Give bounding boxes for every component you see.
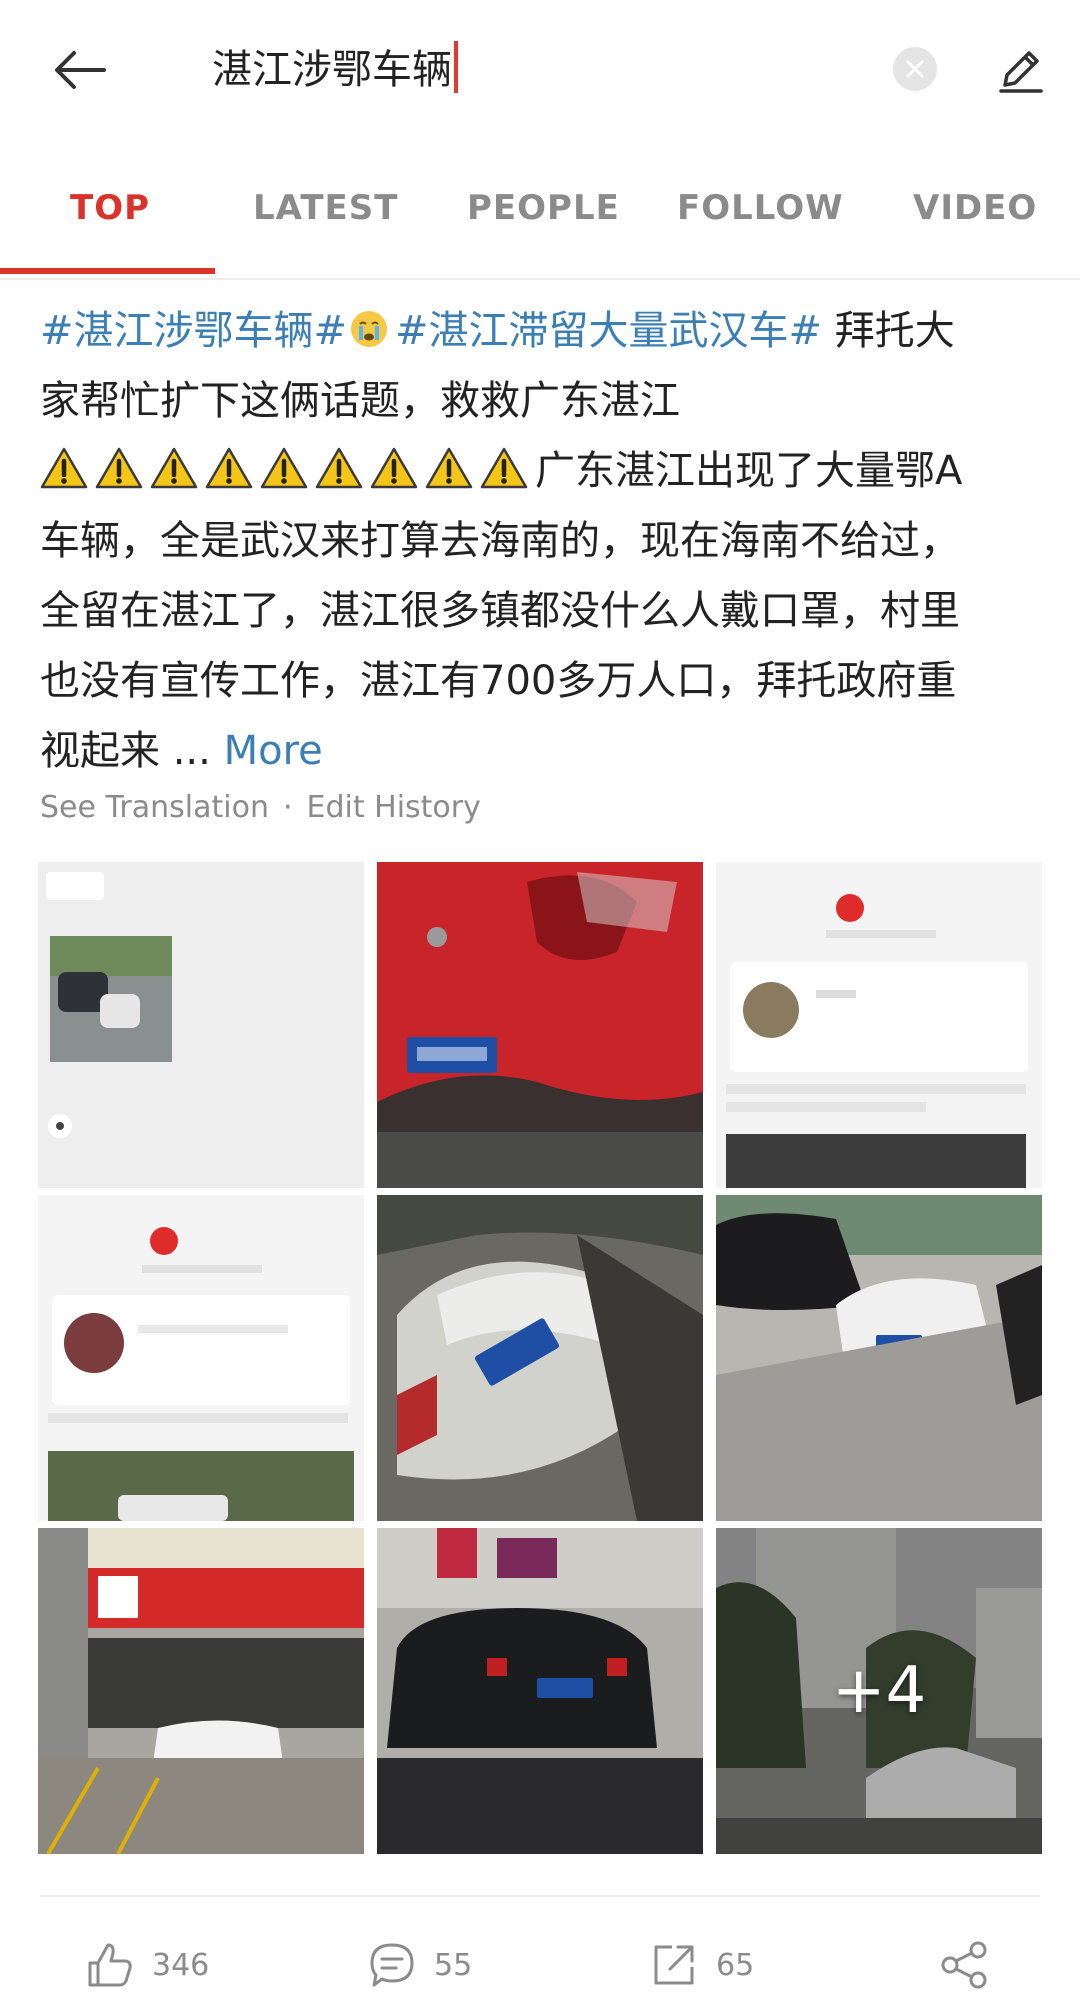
post-line-2: 家帮忙扩下这俩话题，救救广东湛江	[40, 378, 680, 424]
post-text: #湛江涉鄂车辆# #湛江滞留大量武汉车# 拜托大 家帮忙扩下这俩话题，救救广东湛江…	[40, 296, 1040, 786]
warning-icon	[370, 447, 418, 489]
edit-history-link[interactable]: Edit History	[307, 790, 481, 825]
warning-icon	[480, 447, 528, 489]
post-text-segment: 广东湛江出现了大量鄂A	[535, 448, 963, 494]
warning-icon	[205, 447, 253, 489]
pencil-icon	[999, 51, 1043, 93]
tab-follow[interactable]: FOLLOW	[677, 188, 844, 228]
repost-count: 65	[716, 1947, 755, 1983]
post-image-4[interactable]	[38, 1195, 364, 1521]
share-nodes-icon	[941, 1941, 987, 1989]
post-line-5: 全留在湛江了，湛江很多镇都没什么人戴口罩，村里	[40, 588, 960, 634]
back-button[interactable]	[40, 30, 120, 110]
post-image-6[interactable]	[716, 1195, 1042, 1521]
warning-emoji-row	[40, 447, 535, 494]
meta-separator: ·	[282, 790, 293, 825]
hashtag-link[interactable]: #湛江涉鄂车辆#	[40, 308, 347, 354]
search-tabs: TOP LATEST PEOPLE FOLLOW VIDEO	[0, 170, 1080, 280]
warning-icon	[315, 447, 363, 489]
more-link[interactable]: More	[224, 728, 323, 774]
warning-icon	[260, 447, 308, 489]
post-line-7: 视起来 ... More	[40, 716, 1040, 786]
active-tab-indicator	[0, 268, 215, 274]
action-divider	[40, 1895, 1040, 1897]
post-image-5[interactable]	[377, 1195, 703, 1521]
warning-icon	[150, 447, 198, 489]
warning-icon	[425, 447, 473, 489]
repost-button[interactable]: 65	[650, 1930, 754, 2000]
post-image-1[interactable]	[38, 862, 364, 1188]
search-input[interactable]: 湛江涉鄂车辆	[212, 38, 458, 102]
post-image-7[interactable]	[38, 1528, 364, 1854]
comment-count: 55	[434, 1947, 473, 1983]
post-text-segment: 视起来 ...	[40, 728, 224, 774]
back-arrow-icon	[55, 51, 106, 89]
post-line-6: 也没有宣传工作，湛江有700多万人口，拜托政府重	[40, 658, 957, 704]
post-meta: See Translation · Edit History	[40, 790, 481, 825]
post-image-8[interactable]	[377, 1528, 703, 1854]
comment-icon	[370, 1943, 414, 1987]
post-line-1: #湛江涉鄂车辆# #湛江滞留大量武汉车# 拜托大	[40, 296, 1040, 366]
post-image-2[interactable]	[377, 862, 703, 1188]
close-icon	[906, 60, 924, 78]
tab-latest[interactable]: LATEST	[253, 188, 398, 228]
see-translation-link[interactable]: See Translation	[40, 790, 269, 825]
post-line-4: 车辆，全是武汉来打算去海南的，现在海南不给过，	[40, 518, 960, 564]
crying-face-emoji-icon	[351, 311, 388, 347]
text-cursor	[454, 41, 458, 93]
hashtag-link[interactable]: #湛江滞留大量武汉车#	[395, 308, 822, 354]
tab-video[interactable]: VIDEO	[913, 188, 1037, 228]
share-button[interactable]	[940, 1930, 990, 2000]
search-header: 湛江涉鄂车辆	[0, 0, 1080, 140]
clear-search-button[interactable]	[893, 47, 937, 91]
warning-icon	[40, 447, 88, 489]
post-image-9[interactable]: +4	[716, 1528, 1042, 1854]
like-count: 346	[152, 1947, 210, 1983]
search-query: 湛江涉鄂车辆	[212, 47, 452, 93]
post-image-3[interactable]	[716, 862, 1042, 1188]
tab-people[interactable]: PEOPLE	[467, 188, 620, 228]
more-images-overlay: +4	[831, 1654, 927, 1728]
tab-top[interactable]: TOP	[70, 188, 150, 228]
thumbs-up-icon	[88, 1943, 132, 1987]
post-line-3: 广东湛江出现了大量鄂A	[40, 436, 1040, 506]
like-button[interactable]: 346	[86, 1930, 209, 2000]
image-grid: +4	[38, 862, 1042, 1854]
share-out-icon	[654, 1945, 694, 1985]
warning-icon	[95, 447, 143, 489]
post-text-segment: 拜托大	[822, 308, 955, 354]
compose-button[interactable]	[980, 30, 1060, 110]
comment-button[interactable]: 55	[368, 1930, 472, 2000]
